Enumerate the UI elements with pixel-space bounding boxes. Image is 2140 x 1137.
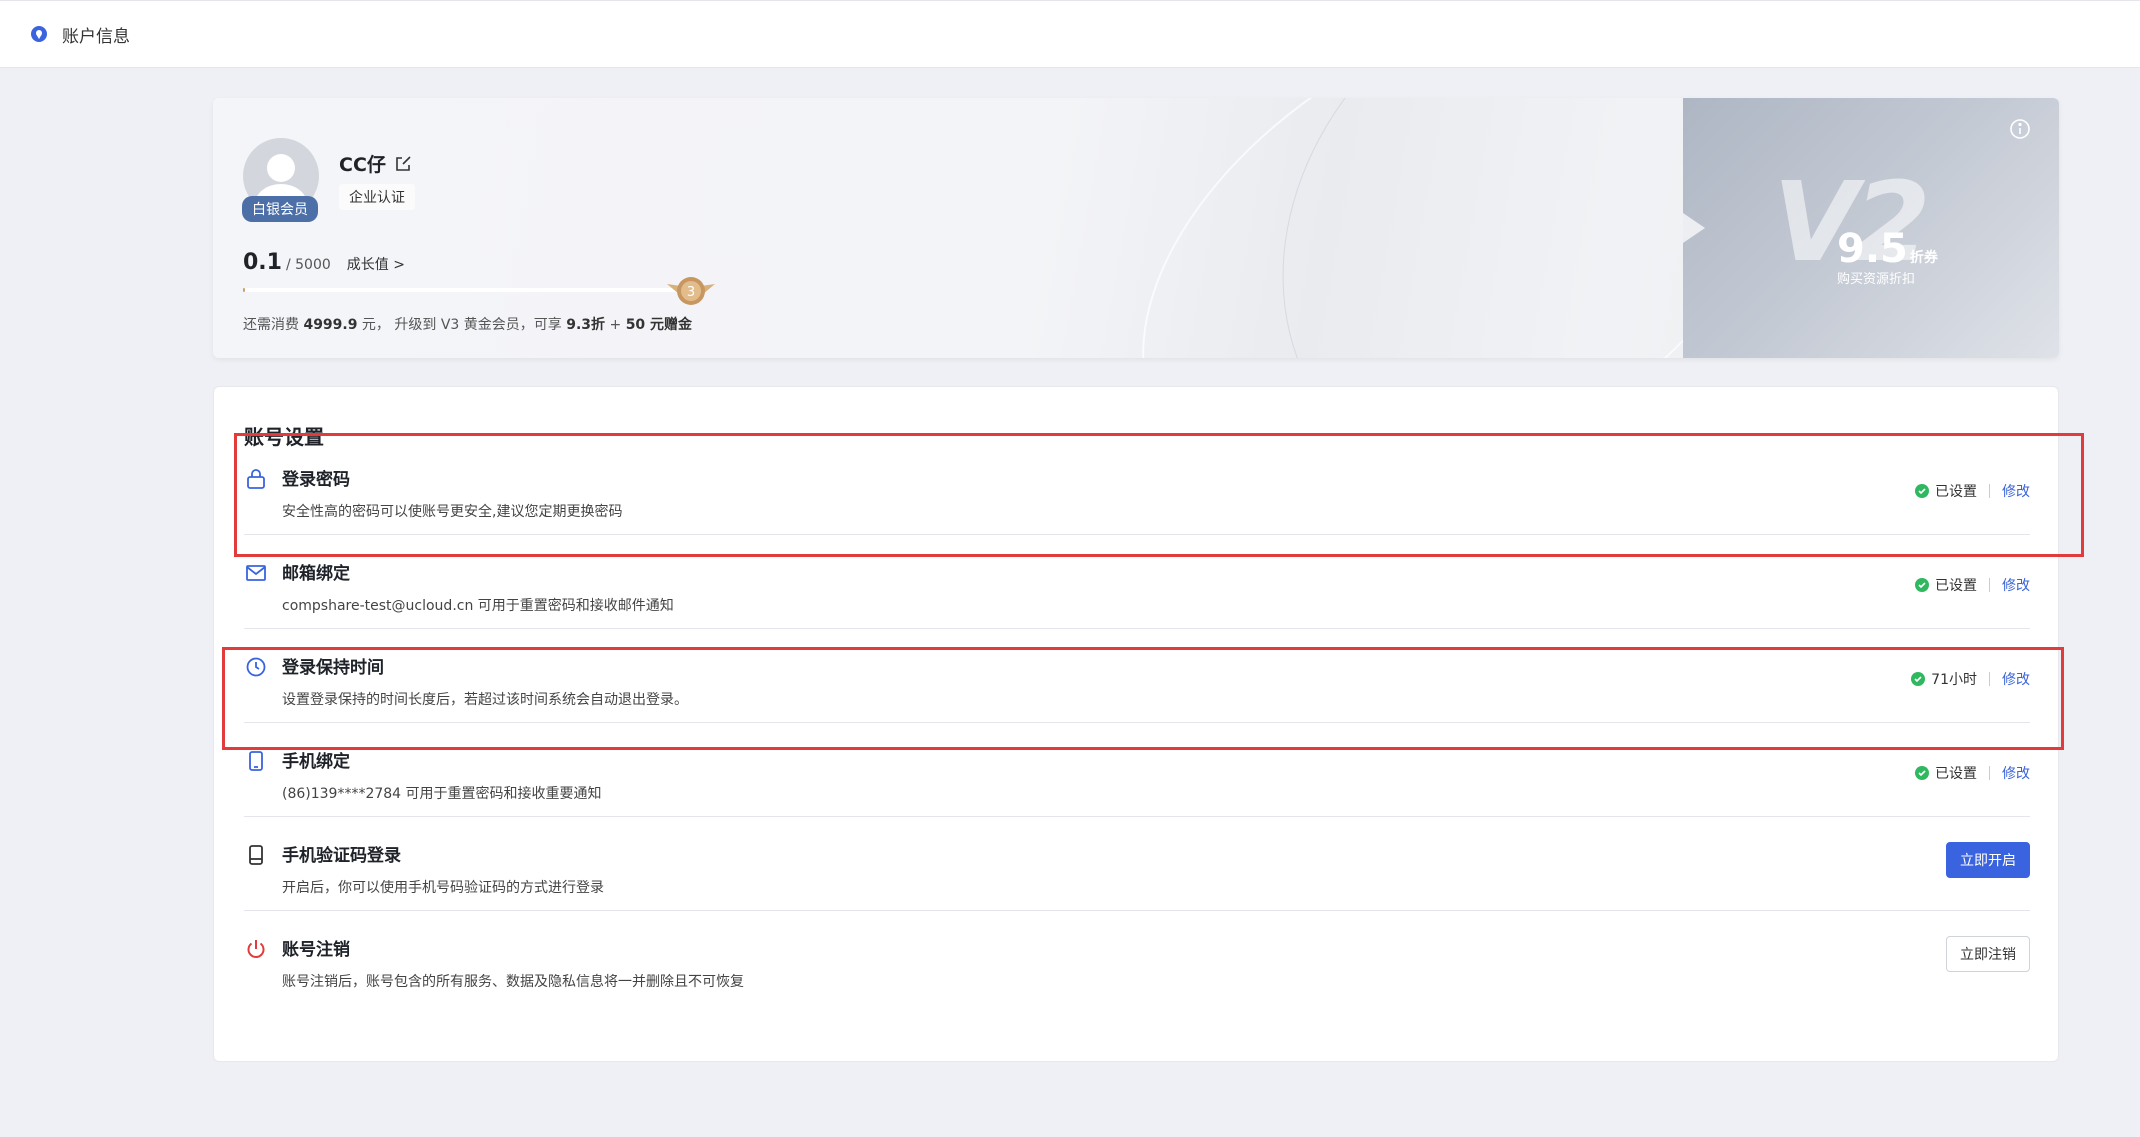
setting-desc: 账号注销后，账号包含的所有服务、数据及隐私信息将一并删除且不可恢复 (282, 974, 744, 990)
setting-desc: 开启后，你可以使用手机号码验证码的方式进行登录 (282, 880, 604, 896)
highlight-box-session (222, 647, 2064, 750)
setting-desc: (86)139****2784 可用于重置密码和接收重要通知 (282, 786, 602, 802)
growth-max: / 5000 (285, 257, 331, 273)
mail-icon (244, 561, 268, 585)
setting-title: 邮箱绑定 (282, 564, 350, 584)
setting-status: 已设置 修改 (1915, 763, 2030, 783)
page-title: 账户信息 (62, 26, 130, 47)
setting-row-sms-login: 手机验证码登录 开启后，你可以使用手机号码验证码的方式进行登录 立即开启 (244, 817, 2030, 911)
location-pin-icon (30, 25, 48, 43)
check-circle-icon (1915, 578, 1929, 592)
setting-row-account-deletion: 账号注销 账号注销后，账号包含的所有服务、数据及隐私信息将一并删除且不可恢复 立… (244, 911, 2030, 1005)
highlight-box-password (234, 433, 2084, 557)
username: CC仔 (339, 150, 412, 177)
level-medal-icon: 3 (665, 274, 717, 308)
status-text: 已设置 (1935, 578, 1977, 594)
discount-number: 9.5 (1837, 226, 1908, 272)
setting-title: 手机绑定 (282, 752, 350, 772)
profile-card: 白银会员 CC仔 企业认证 0.1 / 5000 成长值 > 3 还需消费 49… (213, 98, 2059, 358)
vip-panel: V2 9.5 折券 购买资源折扣 (1683, 98, 2059, 358)
delete-account-button[interactable]: 立即注销 (1946, 936, 2030, 972)
setting-title: 账号注销 (282, 940, 350, 960)
status-text: 已设置 (1935, 766, 1977, 782)
phone-icon (244, 749, 268, 773)
growth-current: 0.1 (243, 250, 282, 275)
modify-link[interactable]: 修改 (2002, 575, 2030, 595)
enable-now-button[interactable]: 立即开启 (1946, 842, 2030, 878)
top-bar: 账户信息 (0, 0, 2140, 68)
info-icon[interactable] (2009, 118, 2031, 140)
certification-badge: 企业认证 (339, 184, 415, 210)
setting-desc: compshare-test@ucloud.cn 可用于重置密码和接收邮件通知 (282, 598, 674, 614)
mobile-device-icon (244, 843, 268, 867)
upgrade-hint: 还需消费 4999.9 元， 升级到 V3 黄金会员，可享 9.3折 + 50 … (243, 317, 693, 333)
medal-level: 3 (687, 285, 695, 300)
setting-status: 已设置 修改 (1915, 575, 2030, 595)
discount-coupon: 9.5 折券 (1837, 226, 1938, 272)
growth-value: 0.1 / 5000 成长值 > (243, 250, 405, 275)
power-icon (244, 937, 268, 961)
growth-progress-bar (243, 288, 693, 292)
growth-link[interactable]: 成长值 > (347, 254, 405, 274)
check-circle-icon (1915, 766, 1929, 780)
edit-icon[interactable] (394, 155, 412, 173)
discount-label: 购买资源折扣 (1837, 272, 1916, 287)
tier-badge: 白银会员 (242, 196, 318, 222)
discount-unit: 折券 (1909, 250, 1938, 266)
username-text: CC仔 (339, 154, 386, 176)
setting-title: 手机验证码登录 (282, 846, 401, 866)
growth-progress-fill (243, 288, 245, 292)
modify-link[interactable]: 修改 (2002, 763, 2030, 783)
